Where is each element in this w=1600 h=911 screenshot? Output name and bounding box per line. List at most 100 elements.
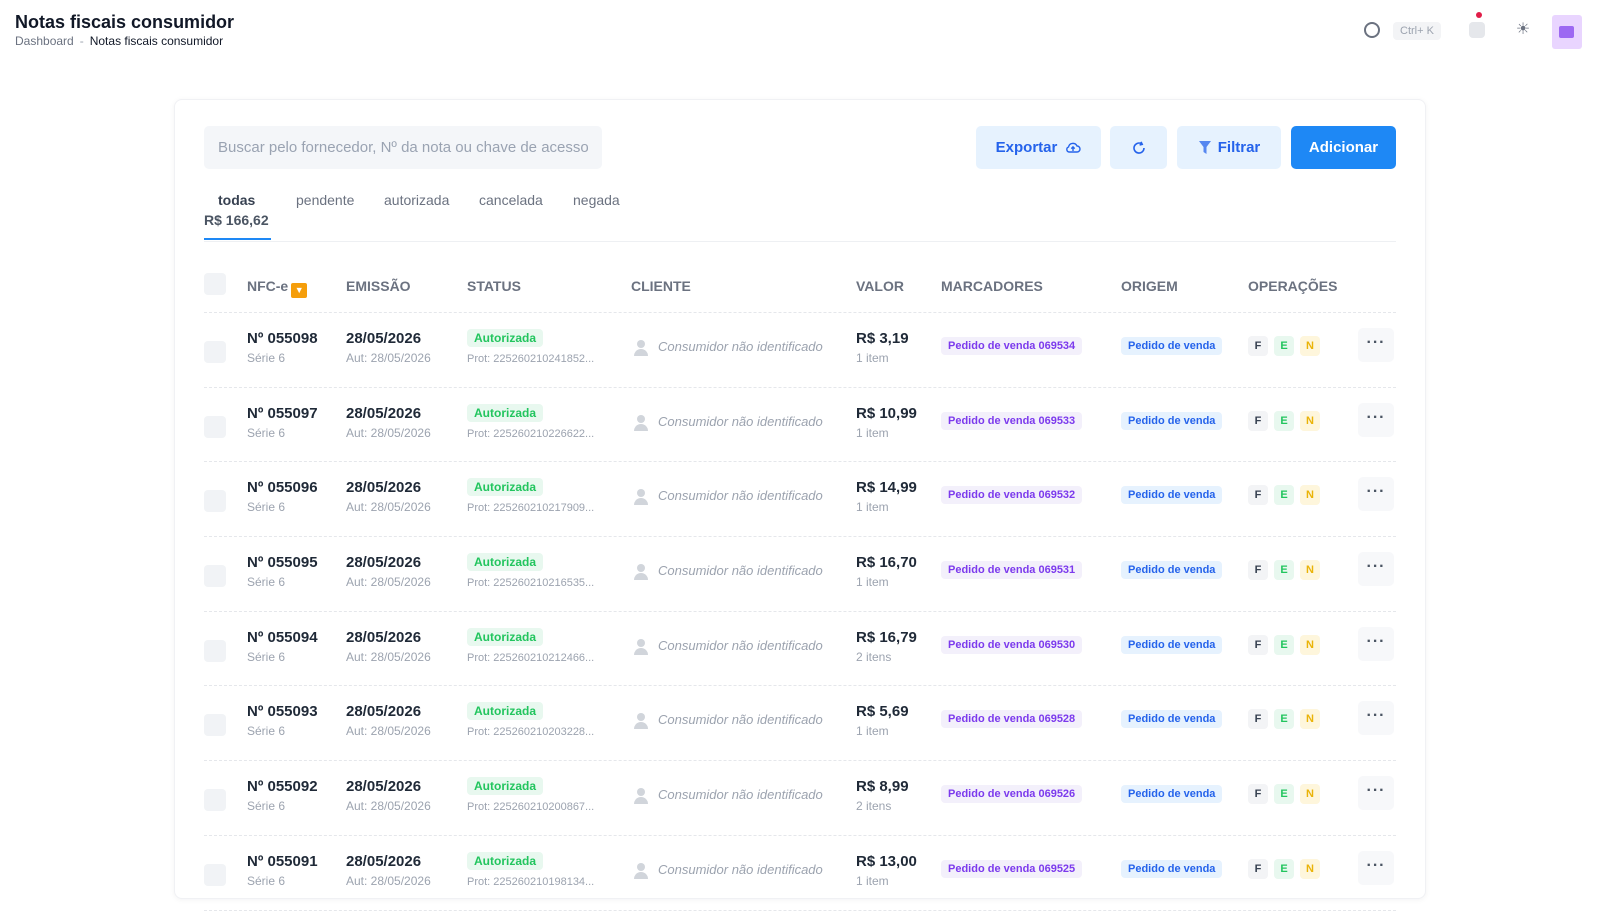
- origin-tag[interactable]: Pedido de venda: [1121, 486, 1223, 505]
- breadcrumb-dashboard[interactable]: Dashboard: [15, 34, 74, 48]
- origin-tag[interactable]: Pedido de venda: [1121, 411, 1223, 430]
- table-row[interactable]: Nº 055093 Série 6 28/05/2026 Aut: 28/05/202…: [204, 686, 1396, 762]
- operation-n-button[interactable]: N: [1300, 858, 1320, 879]
- refresh-button[interactable]: [1110, 126, 1167, 169]
- origin-tag[interactable]: Pedido de venda: [1121, 635, 1223, 654]
- row-checkbox[interactable]: [204, 789, 226, 812]
- more-actions-button[interactable]: ···: [1358, 701, 1394, 736]
- operation-f-button[interactable]: F: [1248, 634, 1268, 655]
- marker-tag[interactable]: Pedido de venda 069528: [941, 710, 1083, 729]
- operation-n-button[interactable]: N: [1300, 410, 1320, 431]
- tab-negada[interactable]: negada: [573, 192, 620, 208]
- operation-e-button[interactable]: E: [1274, 336, 1294, 356]
- marker-tag[interactable]: Pedido de venda 069534: [941, 337, 1083, 355]
- authorization-date: Aut: 28/05/2026: [346, 649, 431, 664]
- table-row[interactable]: Nº 055092 Série 6 28/05/2026 Aut: 28/05/202…: [204, 761, 1396, 836]
- nfce-number[interactable]: Nº 055094: [247, 629, 318, 646]
- more-actions-button[interactable]: ···: [1358, 328, 1394, 362]
- origin-tag[interactable]: Pedido de venda: [1121, 710, 1223, 729]
- theme-toggle-icon[interactable]: ☀: [1514, 21, 1532, 39]
- nfce-number[interactable]: Nº 055091: [247, 853, 318, 870]
- operation-n-button[interactable]: N: [1300, 784, 1320, 805]
- more-actions-button[interactable]: ···: [1358, 626, 1394, 661]
- refresh-icon: [1132, 140, 1145, 154]
- status-tabs: todas R$ 166,62 pendente autorizada canc…: [204, 190, 1396, 242]
- row-checkbox[interactable]: [204, 714, 226, 737]
- cloud-upload-icon: [1066, 142, 1081, 153]
- operation-f-button[interactable]: F: [1248, 410, 1268, 431]
- export-button[interactable]: Exportar: [976, 126, 1101, 169]
- row-checkbox[interactable]: [204, 863, 226, 886]
- search-circle-icon[interactable]: [1364, 22, 1380, 38]
- sort-down-icon[interactable]: ▼: [291, 283, 308, 298]
- table-row[interactable]: Nº 055098 Série 6 28/05/2026 Aut: 28/05/202…: [204, 313, 1396, 388]
- select-all-checkbox[interactable]: [204, 273, 226, 295]
- authorization-date: Aut: 28/05/2026: [346, 351, 431, 365]
- user-icon: [634, 862, 648, 879]
- tab-autorizada[interactable]: autorizada: [384, 192, 449, 208]
- filter-button[interactable]: Filtrar: [1177, 126, 1281, 169]
- marker-tag[interactable]: Pedido de venda 069530: [941, 635, 1083, 654]
- tab-pendente[interactable]: pendente: [296, 192, 354, 208]
- emission-date: 28/05/2026: [346, 404, 422, 422]
- nfce-number[interactable]: Nº 055097: [247, 405, 318, 422]
- nfce-number[interactable]: Nº 055093: [247, 703, 318, 720]
- operation-e-button[interactable]: E: [1274, 410, 1294, 431]
- row-checkbox[interactable]: [204, 639, 226, 662]
- row-checkbox[interactable]: [204, 415, 226, 438]
- operation-n-button[interactable]: N: [1300, 709, 1320, 730]
- marker-tag[interactable]: Pedido de venda 069531: [941, 561, 1083, 580]
- operation-f-button[interactable]: F: [1248, 560, 1268, 581]
- operation-e-button[interactable]: E: [1274, 485, 1294, 506]
- origin-tag[interactable]: Pedido de venda: [1121, 859, 1223, 878]
- operation-n-button[interactable]: N: [1300, 634, 1320, 655]
- operation-f-button[interactable]: F: [1248, 858, 1268, 879]
- marker-tag[interactable]: Pedido de venda 069532: [941, 486, 1083, 505]
- more-actions-button[interactable]: ···: [1358, 850, 1394, 885]
- marker-tag[interactable]: Pedido de venda 069526: [941, 785, 1083, 804]
- table-row[interactable]: Nº 055097 Série 6 28/05/2026 Aut: 28/05/202…: [204, 388, 1396, 463]
- row-checkbox[interactable]: [204, 565, 226, 588]
- more-actions-button[interactable]: ···: [1358, 477, 1394, 512]
- operation-n-button[interactable]: N: [1300, 485, 1320, 506]
- table-row[interactable]: Nº 055095 Série 6 28/05/2026 Aut: 28/05/202…: [204, 537, 1396, 612]
- more-actions-button[interactable]: ···: [1358, 776, 1394, 811]
- operation-e-button[interactable]: E: [1274, 560, 1294, 581]
- header-nfce[interactable]: NFC-e ▼: [247, 278, 308, 298]
- more-actions-button[interactable]: ···: [1358, 552, 1394, 587]
- header-status: STATUS: [467, 278, 521, 294]
- more-actions-button[interactable]: ···: [1358, 402, 1394, 437]
- row-checkbox[interactable]: [204, 341, 226, 363]
- notification-icon[interactable]: [1469, 22, 1485, 38]
- operation-n-button[interactable]: N: [1300, 336, 1320, 356]
- operation-e-button[interactable]: E: [1274, 858, 1294, 879]
- row-checkbox[interactable]: [204, 490, 226, 513]
- nfce-number[interactable]: Nº 055096: [247, 479, 318, 496]
- operation-e-button[interactable]: E: [1274, 784, 1294, 805]
- add-button[interactable]: Adicionar: [1291, 126, 1396, 169]
- nfce-number[interactable]: Nº 055092: [247, 778, 318, 795]
- table-row[interactable]: Nº 055094 Série 6 28/05/2026 Aut: 28/05/202…: [204, 612, 1396, 687]
- tab-todas[interactable]: todas: [218, 192, 255, 208]
- table-row[interactable]: Nº 055091 Série 6 28/05/2026 Aut: 28/05/202…: [204, 836, 1396, 911]
- origin-tag[interactable]: Pedido de venda: [1121, 785, 1223, 804]
- origin-tag[interactable]: Pedido de venda: [1121, 561, 1223, 580]
- origin-tag[interactable]: Pedido de venda: [1121, 337, 1223, 355]
- operation-n-button[interactable]: N: [1300, 560, 1320, 581]
- marker-tag[interactable]: Pedido de venda 069533: [941, 411, 1083, 430]
- operation-e-button[interactable]: E: [1274, 709, 1294, 730]
- nfce-number[interactable]: Nº 055098: [247, 330, 318, 347]
- nfce-number[interactable]: Nº 055095: [247, 554, 318, 571]
- operation-f-button[interactable]: F: [1248, 336, 1268, 356]
- table-row[interactable]: Nº 055096 Série 6 28/05/2026 Aut: 28/05/202…: [204, 462, 1396, 538]
- protocol-number: Prot: 225260210200867...: [467, 801, 595, 814]
- marker-tag[interactable]: Pedido de venda 069525: [941, 859, 1083, 878]
- operation-f-button[interactable]: F: [1248, 784, 1268, 805]
- operation-f-button[interactable]: F: [1248, 709, 1268, 730]
- tab-cancelada[interactable]: cancelada: [479, 192, 543, 208]
- avatar[interactable]: [1552, 15, 1582, 49]
- operation-e-button[interactable]: E: [1274, 634, 1294, 655]
- operation-f-button[interactable]: F: [1248, 485, 1268, 506]
- status-badge: Autorizada: [467, 777, 544, 796]
- search-input[interactable]: [204, 126, 602, 169]
